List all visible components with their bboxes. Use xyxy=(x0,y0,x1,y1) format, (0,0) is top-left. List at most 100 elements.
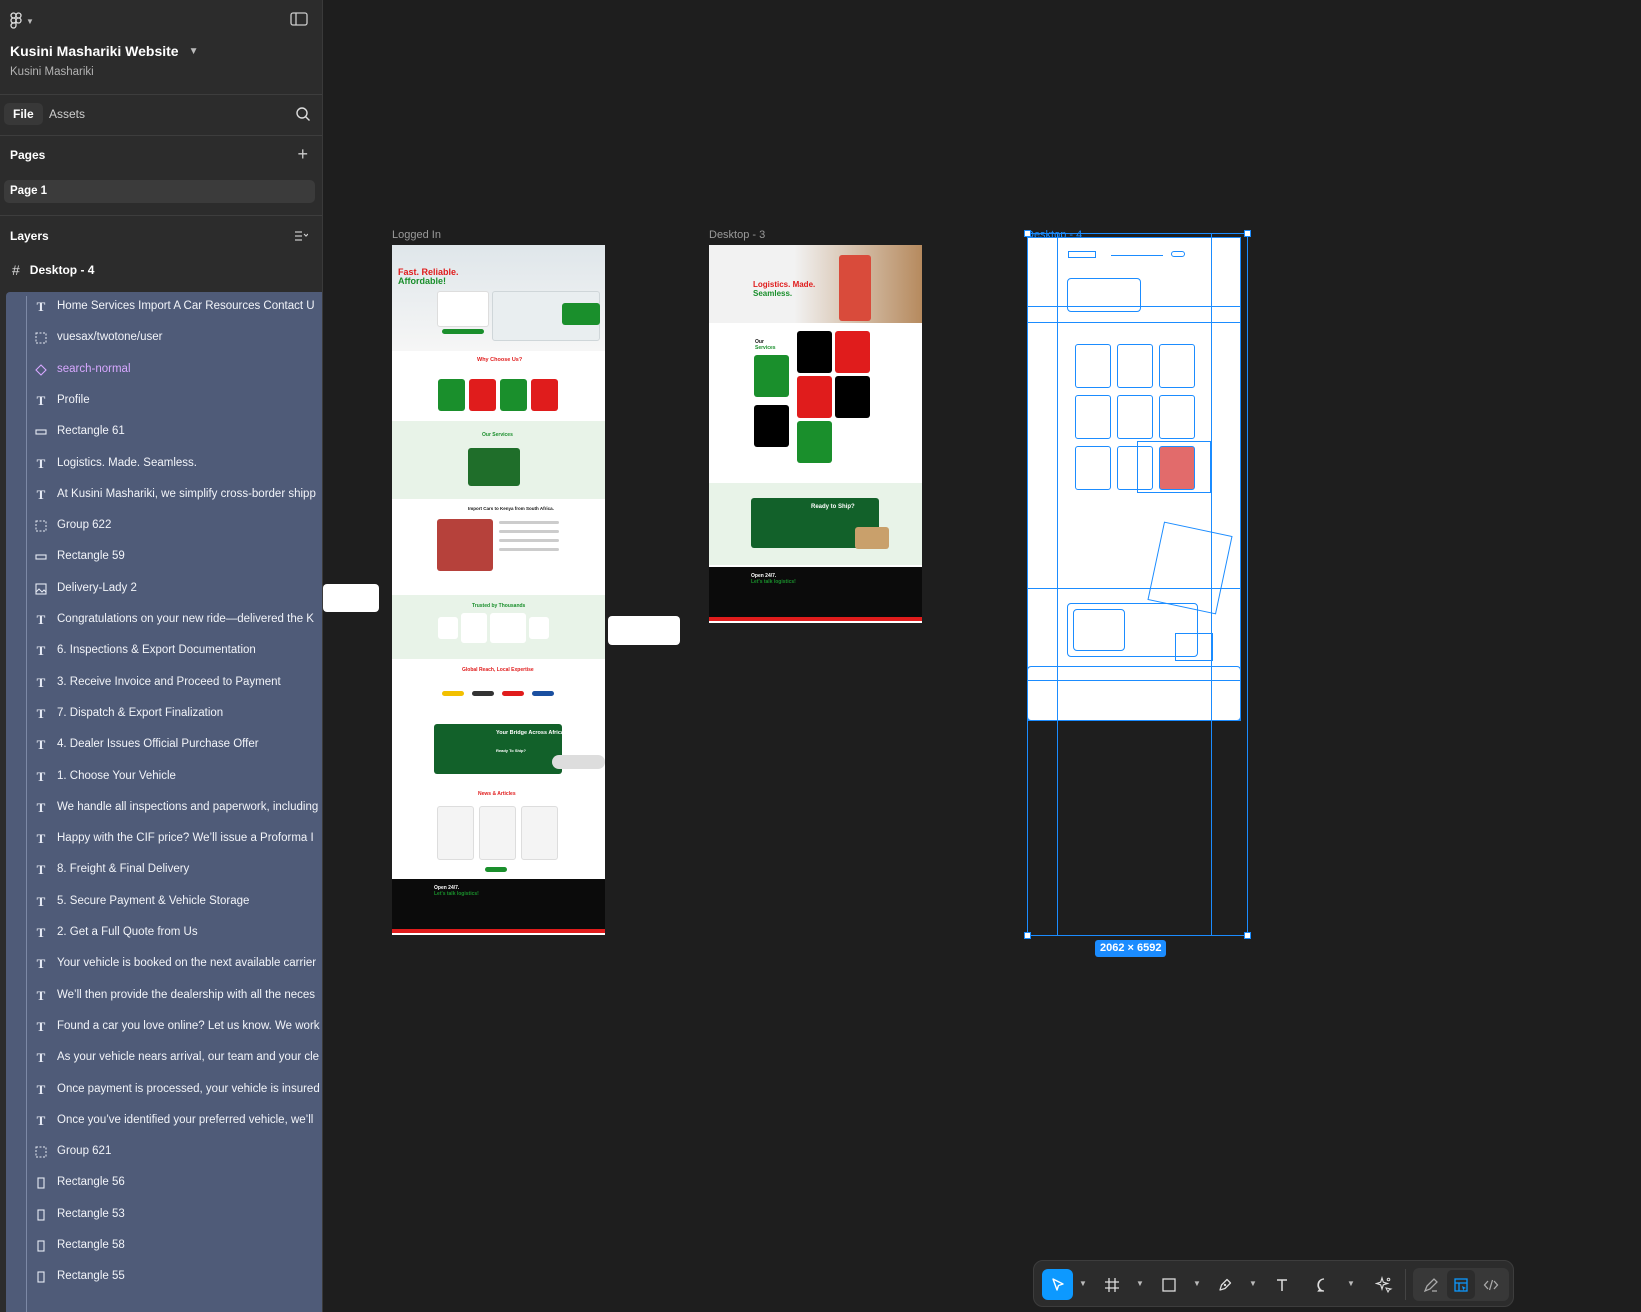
tab-assets[interactable]: Assets xyxy=(40,103,94,125)
layer-row[interactable]: T Happy with the CIF price? We’ll issue a… xyxy=(6,824,322,855)
chevron-down-icon[interactable]: ▼ xyxy=(1347,1279,1355,1288)
service-card xyxy=(754,405,789,447)
draw-mode[interactable] xyxy=(1417,1270,1445,1299)
resize-handle[interactable] xyxy=(1024,932,1031,939)
resize-handle[interactable] xyxy=(1244,932,1251,939)
layer-row[interactable]: T We’ll then provide the dealership with … xyxy=(6,981,322,1012)
layer-row[interactable]: T Profile xyxy=(6,386,322,417)
service-card xyxy=(835,376,870,418)
frame-desktop-3[interactable]: Logistics. Made. Seamless. Our Services … xyxy=(709,245,922,623)
layer-name: We’ll then provide the dealership with a… xyxy=(57,988,316,1001)
page-item-1[interactable]: Page 1 xyxy=(4,180,315,203)
frame-logged-in[interactable]: Fast. Reliable. Affordable! Why Choose U… xyxy=(392,245,605,935)
layer-name: Once payment is processed, your vehicle … xyxy=(57,1082,320,1095)
code-icon xyxy=(1483,1279,1499,1290)
chevron-down-icon[interactable]: ▼ xyxy=(1249,1279,1257,1288)
frame-desktop-4[interactable] xyxy=(1024,230,1251,939)
layer-row[interactable]: T Congratulations on your new ride—delive… xyxy=(6,605,322,636)
group-layer-icon xyxy=(34,519,48,533)
layer-row[interactable]: vuesax/twotone/user xyxy=(6,323,322,354)
layer-row[interactable]: T We handle all inspections and paperwork… xyxy=(6,793,322,824)
layer-row[interactable]: T At Kusini Mashariki, we simplify cross-… xyxy=(6,480,322,511)
layer-row[interactable]: T Once you’ve identified your preferred v… xyxy=(6,1106,322,1137)
layer-options-icon[interactable] xyxy=(294,229,308,243)
design-mode[interactable] xyxy=(1447,1270,1475,1299)
floating-testimonial-card[interactable] xyxy=(608,616,680,645)
resize-handle[interactable] xyxy=(1244,230,1251,237)
layer-row[interactable]: T Logistics. Made. Seamless. xyxy=(6,449,322,480)
team-name[interactable]: Kusini Mashariki xyxy=(10,66,94,78)
footer-talk: Let's talk logistics! xyxy=(434,891,479,897)
floating-testimonial-card[interactable] xyxy=(323,584,379,612)
frame-label-logged-in[interactable]: Logged In xyxy=(392,229,441,241)
pen-tool[interactable] xyxy=(1209,1269,1240,1300)
sidebar-toggle-icon[interactable] xyxy=(289,10,309,28)
text-tool[interactable] xyxy=(1266,1269,1297,1300)
column-guide xyxy=(1057,233,1058,936)
resize-handle[interactable] xyxy=(1024,230,1031,237)
move-tool[interactable] xyxy=(1042,1269,1073,1300)
layer-row[interactable]: T 7. Dispatch & Export Finalization xyxy=(6,699,322,730)
layer-row[interactable]: T As your vehicle nears arrival, our team… xyxy=(6,1043,322,1074)
layer-row[interactable]: T 6. Inspections & Export Documentation xyxy=(6,636,322,667)
service-card xyxy=(754,355,789,397)
layer-row[interactable]: Rectangle 56 xyxy=(6,1168,322,1199)
layer-row[interactable]: T 5. Secure Payment & Vehicle Storage xyxy=(6,887,322,918)
layer-row[interactable]: T 2. Get a Full Quote from Us xyxy=(6,918,322,949)
layer-row[interactable]: T Found a car you love online? Let us kno… xyxy=(6,1012,322,1043)
tab-file[interactable]: File xyxy=(4,103,43,125)
layer-row[interactable]: T 1. Choose Your Vehicle xyxy=(6,762,322,793)
layer-row[interactable]: T 4. Dealer Issues Official Purchase Offe… xyxy=(6,730,322,761)
layer-name: Group 622 xyxy=(57,519,112,532)
frame-layer-name: Desktop - 4 xyxy=(29,263,95,277)
file-name-dropdown[interactable]: Kusini Mashariki Website ▼ xyxy=(10,43,198,59)
chevron-down-icon[interactable]: ▼ xyxy=(1193,1279,1201,1288)
text-layer-icon: T xyxy=(36,486,46,502)
rectangle-icon xyxy=(1161,1277,1176,1292)
partner-logo xyxy=(472,691,494,696)
shape-tool[interactable] xyxy=(1153,1269,1184,1300)
text-layer-icon: T xyxy=(36,1081,46,1097)
layer-row[interactable]: Rectangle 55 xyxy=(6,1262,322,1293)
ai-actions-tool[interactable] xyxy=(1368,1269,1399,1300)
frame-tool[interactable] xyxy=(1096,1269,1127,1300)
services-title: Our Services xyxy=(482,432,513,438)
layer-name: We handle all inspections and paperwork,… xyxy=(57,800,319,813)
layer-row[interactable]: Rectangle 53 xyxy=(6,1200,322,1231)
layer-row[interactable]: search-normal xyxy=(6,355,322,386)
news-button xyxy=(485,867,507,872)
import-text xyxy=(499,521,559,524)
dev-mode[interactable] xyxy=(1477,1270,1505,1299)
text-layer-icon: T xyxy=(36,392,46,408)
layer-row[interactable]: T Home Services Import A Car Resources Co… xyxy=(6,292,322,323)
layers-list: T Home Services Import A Car Resources Co… xyxy=(6,292,322,1312)
hero-title-line-2: Affordable! xyxy=(398,276,446,286)
text-layer-icon: T xyxy=(36,612,46,627)
search-icon[interactable] xyxy=(295,106,311,122)
container-image xyxy=(468,448,520,486)
layer-row[interactable]: Delivery-Lady 2 xyxy=(6,574,322,605)
chevron-down-icon[interactable]: ▼ xyxy=(1079,1279,1087,1288)
chevron-down-icon[interactable]: ▼ xyxy=(1136,1279,1144,1288)
toolbar-separator xyxy=(1405,1269,1406,1300)
comment-tool[interactable] xyxy=(1308,1269,1339,1300)
sparkle-icon xyxy=(1374,1275,1393,1293)
layer-row[interactable]: T Once payment is processed, your vehicle… xyxy=(6,1075,322,1106)
main-menu-button[interactable]: ▼ xyxy=(10,10,34,32)
layer-row[interactable]: Rectangle 58 xyxy=(6,1231,322,1262)
layer-frame-desktop-4[interactable]: # Desktop - 4 xyxy=(12,262,94,278)
add-page-icon[interactable]: + xyxy=(297,145,308,163)
footer-talk: Let's talk logistics! xyxy=(751,579,796,585)
layer-row[interactable]: T 3. Receive Invoice and Proceed to Payme… xyxy=(6,668,322,699)
divider-line xyxy=(1027,680,1241,681)
layer-row[interactable]: Rectangle 59 xyxy=(6,542,322,573)
layer-row[interactable]: T Your vehicle is booked on the next avai… xyxy=(6,949,322,980)
layer-row[interactable]: Rectangle 61 xyxy=(6,417,322,448)
banner-image-wire xyxy=(1073,609,1125,651)
layer-row[interactable]: Group 622 xyxy=(6,511,322,542)
layer-row[interactable]: Group 621 xyxy=(6,1137,322,1168)
layer-row[interactable]: T 8. Freight & Final Delivery xyxy=(6,855,322,886)
ready-subtitle: Ready To Ship? xyxy=(496,748,526,753)
layer-name: Profile xyxy=(57,393,90,406)
frame-label-desktop-3[interactable]: Desktop - 3 xyxy=(709,229,765,241)
